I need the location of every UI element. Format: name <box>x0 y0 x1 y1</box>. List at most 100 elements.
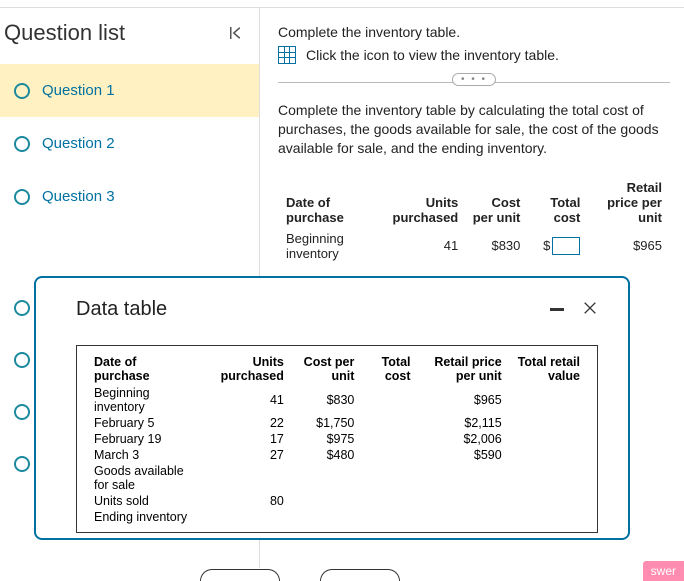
cell-retail-unit: $590 <box>418 448 507 462</box>
cell-retail-unit: $965 <box>418 386 507 414</box>
minimize-icon[interactable] <box>550 308 564 311</box>
sidebar-item-label: Question 2 <box>42 135 115 152</box>
total-cost-input[interactable] <box>552 237 580 255</box>
cell-retail-unit <box>418 464 507 492</box>
cell-date: February 19 <box>89 432 196 446</box>
instruction-line-1: Complete the inventory table. <box>278 24 670 40</box>
cell-units: 41 <box>373 229 464 263</box>
cell-units: 80 <box>198 494 289 508</box>
sidebar-item-question-3[interactable]: Question 3 <box>0 170 259 223</box>
cell-retail-unit: $2,115 <box>418 416 507 430</box>
cell-total-retail <box>509 510 585 524</box>
radio-icon <box>14 404 30 420</box>
cell-units: 17 <box>198 432 289 446</box>
sidebar-item-question-2[interactable]: Question 2 <box>0 117 259 170</box>
dollar-prefix: $ <box>543 238 550 253</box>
dt-col-cost-unit: Cost per unit <box>291 354 360 384</box>
cell-total-cost <box>361 432 415 446</box>
cell-date: March 3 <box>89 448 196 462</box>
cell-total-cost <box>361 416 415 430</box>
table-icon[interactable] <box>278 46 296 64</box>
cell-retail-unit: $2,006 <box>418 432 507 446</box>
inventory-mini-table: Date of purchase Units purchased Cost pe… <box>278 176 670 265</box>
cell-total-retail <box>509 464 585 492</box>
radio-icon <box>14 300 30 316</box>
dt-col-retail-unit: Retail price per unit <box>418 354 507 384</box>
sidebar-title: Question list <box>4 20 125 46</box>
cell-cost-unit <box>291 494 360 508</box>
hidden-sidebar-radios <box>14 300 30 472</box>
button-stub[interactable] <box>200 569 280 581</box>
radio-icon <box>14 352 30 368</box>
cell-total-cost <box>361 386 415 414</box>
cell-retail-unit <box>418 510 507 524</box>
button-stub[interactable] <box>320 569 400 581</box>
cell-total-cost <box>361 494 415 508</box>
cell-date: February 5 <box>89 416 196 430</box>
table-row: Goods available for sale <box>89 464 585 492</box>
dt-col-date: Date of purchase <box>89 354 196 384</box>
data-table-modal: Data table Date of purchase Units purcha… <box>34 276 630 540</box>
close-icon[interactable] <box>582 300 598 319</box>
cell-date: Beginning inventory <box>280 229 371 263</box>
cell-retail-unit <box>418 494 507 508</box>
partial-answer-button[interactable]: swer <box>643 561 684 581</box>
cell-units: 22 <box>198 416 289 430</box>
cell-cost-unit: $480 <box>291 448 360 462</box>
radio-icon <box>14 83 30 99</box>
modal-title: Data table <box>76 298 167 321</box>
footer-buttons-partial <box>200 569 400 581</box>
ellipsis-pill[interactable]: • • • <box>452 73 496 86</box>
radio-icon <box>14 136 30 152</box>
cell-total-cost <box>361 448 415 462</box>
col-total-cost: Total cost <box>528 178 586 227</box>
cell-total-retail <box>509 448 585 462</box>
table-row: Beginning inventory 41 $830 $ $965 <box>280 229 668 263</box>
table-row: February 522$1,750 $2,115 <box>89 416 585 430</box>
cell-cost-unit: $830 <box>291 386 360 414</box>
col-cost-unit: Cost per unit <box>466 178 526 227</box>
dt-col-total-retail: Total retail value <box>509 354 585 384</box>
divider: • • • <box>278 82 670 83</box>
cell-date: Units sold <box>89 494 196 508</box>
cell-cost-unit <box>291 464 360 492</box>
cell-units <box>198 510 289 524</box>
cell-total-cost <box>361 464 415 492</box>
cell-total-cost <box>361 510 415 524</box>
cell-date: Beginning inventory <box>89 386 196 414</box>
cell-units: 41 <box>198 386 289 414</box>
table-row: March 327$480 $590 <box>89 448 585 462</box>
dt-col-units: Units purchased <box>198 354 289 384</box>
col-retail-unit: Retail price per unit <box>588 178 668 227</box>
cell-retail-unit: $965 <box>588 229 668 263</box>
cell-date: Goods available for sale <box>89 464 196 492</box>
radio-icon <box>14 189 30 205</box>
radio-icon <box>14 456 30 472</box>
cell-date: Ending inventory <box>89 510 196 524</box>
cell-total-retail <box>509 494 585 508</box>
cell-cost-unit: $975 <box>291 432 360 446</box>
cell-units: 27 <box>198 448 289 462</box>
data-table: Date of purchase Units purchased Cost pe… <box>76 345 598 533</box>
sidebar-item-label: Question 3 <box>42 188 115 205</box>
col-date: Date of purchase <box>280 178 371 227</box>
dt-col-total-cost: Total cost <box>361 354 415 384</box>
cell-total-retail <box>509 432 585 446</box>
cell-cost-unit: $830 <box>466 229 526 263</box>
cell-cost-unit: $1,750 <box>291 416 360 430</box>
col-units: Units purchased <box>373 178 464 227</box>
instruction-paragraph: Complete the inventory table by calculat… <box>278 101 670 158</box>
cell-total-retail <box>509 386 585 414</box>
sidebar-item-label: Question 1 <box>42 82 115 99</box>
table-row: Beginning inventory41$830 $965 <box>89 386 585 414</box>
table-row: Units sold80 <box>89 494 585 508</box>
cell-cost-unit <box>291 510 360 524</box>
table-row: Ending inventory <box>89 510 585 524</box>
collapse-left-icon[interactable] <box>227 24 245 42</box>
cell-total-retail <box>509 416 585 430</box>
table-row: February 1917$975 $2,006 <box>89 432 585 446</box>
icon-hint-text: Click the icon to view the inventory tab… <box>306 47 559 63</box>
cell-total-cost: $ <box>528 229 586 263</box>
sidebar-item-question-1[interactable]: Question 1 <box>0 64 259 117</box>
cell-units <box>198 464 289 492</box>
